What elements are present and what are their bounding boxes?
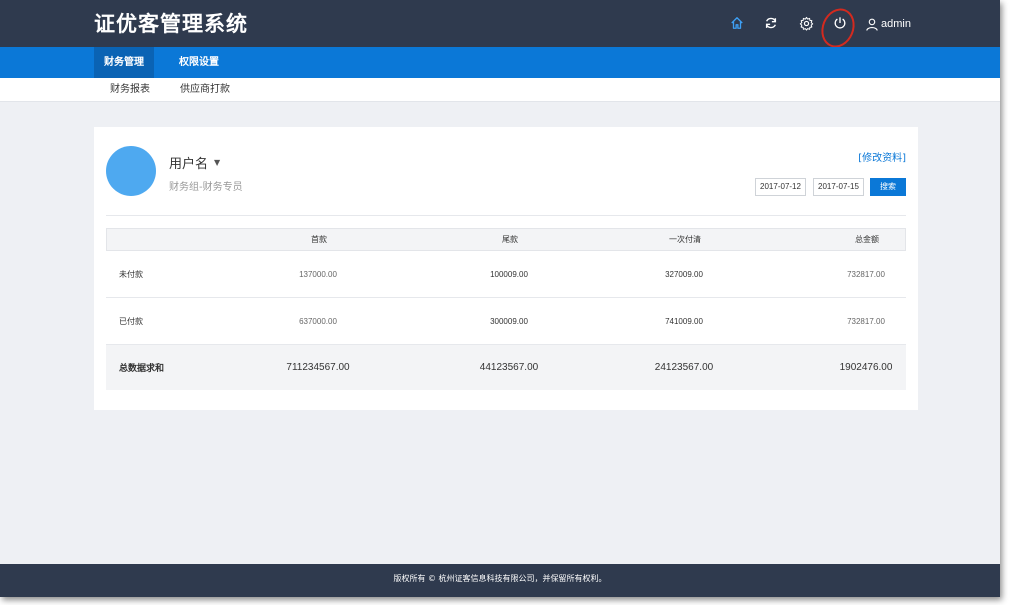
caret-down-icon: ▼ [214,158,221,167]
table-total-row: 总数据求和 711234567.00 44123567.00 24123567.… [106,345,906,390]
table-header: 首款 尾款 一次付清 总金额 [106,228,906,251]
avatar [106,146,156,196]
table-cell: 1902476.00 [839,362,893,373]
table-cell: 637000.00 [299,316,337,326]
top-header: 证优客管理系统 admin [0,0,1000,53]
nav-finance-management[interactable]: 财务管理 [94,47,154,78]
refresh-button[interactable] [761,13,781,33]
nav-permission-settings[interactable]: 权限设置 [168,47,230,78]
user-menu[interactable]: admin [866,14,911,34]
row-label: 已付款 [119,316,143,326]
username-dropdown[interactable]: 用户名 ▼ [169,153,220,172]
subnav-financial-report[interactable]: 财务报表 [110,78,150,102]
refresh-icon [765,17,777,29]
app-logo-title: 证优客管理系统 [94,12,248,36]
table-cell: 44123567.00 [479,362,539,373]
column-header: 总金额 [855,235,879,244]
table-cell: 300009.00 [490,316,528,326]
power-icon [834,17,846,29]
profile-role: 财务组-财务专员 [169,182,243,193]
gear-icon [799,16,813,31]
table-cell: 741009.00 [665,316,703,326]
app-window: 证优客管理系统 admin 财务管理 权限设置 财务报表 供应商打款 用户名 ▼… [0,0,1000,597]
column-header: 尾款 [502,235,518,244]
search-button[interactable]: 搜索 [870,178,906,196]
column-header: 首款 [311,235,327,244]
table-cell: 732817.00 [847,269,885,279]
table-cell: 137000.00 [299,269,337,279]
table-row: 已付款 637000.00 300009.00 741009.00 732817… [106,298,906,345]
table-cell: 100009.00 [490,269,528,279]
start-date-input[interactable]: 2017-07-12 [755,178,806,196]
home-button[interactable] [727,13,747,33]
logout-button[interactable] [830,13,850,33]
username-label: admin [881,18,911,30]
row-label: 未付款 [119,269,143,279]
report-card: 用户名 ▼ 财务组-财务专员 [修改资料] 2017-07-12 2017-07… [94,127,918,410]
footer-copyright: 版权所有 © 杭州证客信息科技有限公司，并保留所有权利。 [0,564,1000,597]
user-icon [866,18,878,31]
home-icon [731,17,743,29]
sub-nav: 财务报表 供应商打款 [0,78,1000,102]
column-header: 一次付清 [669,235,701,244]
table-row: 未付款 137000.00 100009.00 327009.00 732817… [106,251,906,298]
table-cell: 711234567.00 [286,362,350,373]
end-date-input[interactable]: 2017-07-15 [813,178,864,196]
table-cell: 732817.00 [847,316,885,326]
subnav-supplier-payment[interactable]: 供应商打款 [180,78,230,102]
divider [106,215,906,216]
edit-profile-link[interactable]: [修改资料] [858,149,906,164]
table-cell: 24123567.00 [654,362,714,373]
settings-button[interactable] [796,13,816,33]
table-cell: 327009.00 [665,269,703,279]
row-label: 总数据求和 [119,363,165,373]
main-nav: 财务管理 权限设置 [0,47,1000,78]
finance-table: 首款 尾款 一次付清 总金额 未付款 137000.00 100009.00 3… [106,228,906,390]
profile-name: 用户名 [169,157,209,172]
